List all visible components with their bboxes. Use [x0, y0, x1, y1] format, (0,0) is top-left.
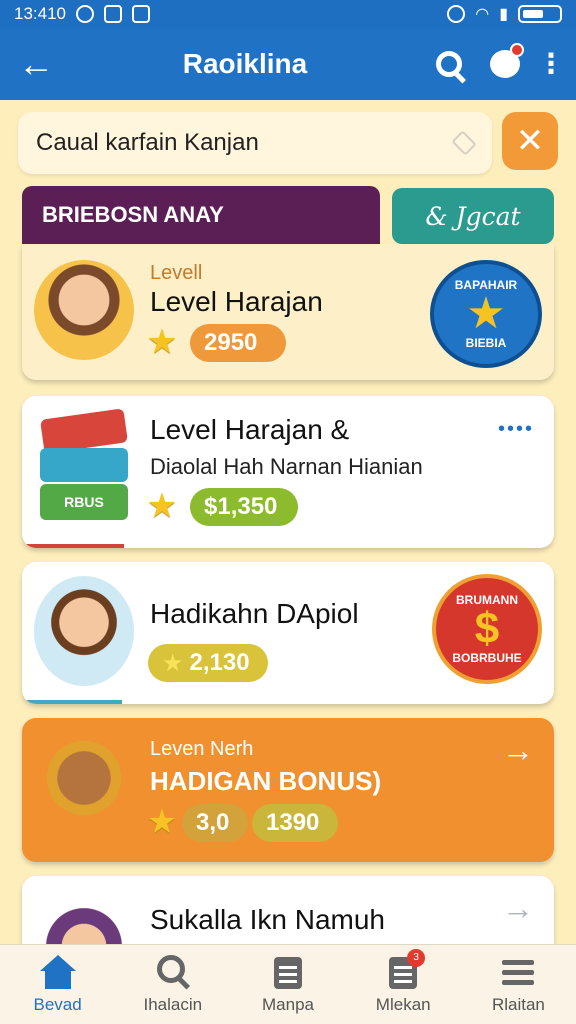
alarm-icon [447, 5, 466, 23]
points-pill-b: 1390 [252, 804, 338, 842]
app-bar: ← Raoiklina ⋮ [0, 28, 576, 100]
star-icon: ★ [146, 803, 178, 841]
search-row: Caual karfain Kanjan ✕ [18, 112, 558, 174]
card-title: Sukalla Ikn Namuh [150, 904, 386, 935]
tab-active[interactable]: BRIEBOSN ANAY [22, 186, 380, 244]
more-dots-icon[interactable]: •••• [498, 418, 534, 441]
points-pill-a: 3,0 [182, 804, 248, 842]
card-subtitle: Diaolal Hah Narnan Hianian [150, 454, 423, 479]
search-button[interactable] [432, 47, 466, 81]
bonus-card[interactable]: Leven Nerh HADIGAN BONUS) → ★ 3,0 1390 [22, 718, 554, 862]
close-button[interactable]: ✕ [502, 112, 558, 170]
nav-item-home[interactable]: Bevad [0, 945, 115, 1024]
status-bar: 13:410 ◠ ▮ [0, 0, 576, 28]
card-title: HADIGAN BONUS) [150, 766, 382, 796]
wifi-icon: ◠ [475, 6, 490, 23]
card-small-label: Leven Nerh [150, 738, 254, 760]
notes-icon: 3 [385, 948, 426, 989]
notification-dot [510, 43, 524, 57]
search-icon [436, 51, 462, 77]
search-input[interactable]: Caual karfain Kanjan [18, 112, 492, 174]
home-icon [39, 954, 76, 989]
nav-label: Bevad [33, 994, 82, 1014]
card-title: Level Harajan & [150, 414, 350, 445]
points-pill: 2950 [190, 324, 286, 362]
notification-badge: 3 [407, 948, 426, 967]
reward-card-1[interactable]: Levell Level Harajan ★ 2950 BAPAHAIR ★ B… [22, 244, 554, 380]
arrow-right-icon[interactable]: → [502, 732, 534, 769]
status-time: 13:410 [14, 4, 66, 23]
star-icon: ★ [146, 487, 178, 525]
card-small-label: Levell [150, 262, 203, 284]
card-title: Hadikahn DApiol [150, 598, 359, 629]
nav-item-tasks[interactable]: Manpa [230, 945, 345, 1024]
sync-icon [76, 5, 94, 23]
nav-label: Ihalacin [143, 994, 203, 1014]
books-illustration: RBUS [36, 408, 132, 524]
nav-label: Rlaitan [491, 994, 545, 1014]
character-avatar [34, 576, 134, 686]
star-icon: ★ [162, 649, 184, 677]
more-options-icon[interactable]: ⋮ [537, 47, 565, 81]
message-icon [132, 5, 150, 23]
character-avatar [34, 260, 134, 360]
nav-item-search[interactable]: Ihalacin [115, 945, 230, 1024]
tab-bar: BRIEBOSN ANAY & Jgcat [22, 186, 554, 244]
chat-button[interactable] [488, 43, 524, 81]
app-notification-icon [104, 5, 122, 23]
nav-item-notes[interactable]: 3 Mlekan [346, 945, 461, 1024]
dollar-medal-icon: BRUMANN $ BOBRBUHE [432, 574, 542, 684]
battery-icon [518, 5, 562, 23]
star-medal-icon: BAPAHAIR ★ BIEBIA [430, 260, 542, 368]
search-input-value: Caual karfain Kanjan [36, 129, 259, 156]
nav-label: Manpa [262, 994, 314, 1014]
arrow-right-icon[interactable]: → [502, 890, 534, 927]
bottom-nav: Bevad Ihalacin Manpa 3 Mlekan Rlaitan [0, 944, 576, 1024]
clipboard-icon [270, 955, 306, 989]
search-icon [155, 954, 191, 989]
page-title: Raoiklina [182, 48, 308, 79]
progress-bar [22, 544, 124, 548]
tab-other[interactable]: & Jgcat [392, 188, 554, 244]
close-icon: ✕ [515, 122, 545, 160]
signal-icon: ▮ [499, 6, 508, 23]
back-arrow-icon[interactable]: ← [18, 43, 58, 85]
character-avatar [34, 730, 134, 850]
progress-bar [22, 700, 122, 704]
card-title: Level Harajan [150, 286, 323, 317]
reward-card-3[interactable]: Hadikahn DApiol ★ 2,130 BRUMANN $ BOBRBU… [22, 562, 554, 704]
points-pill: ★ 2,130 [148, 644, 268, 682]
menu-icon [500, 955, 536, 989]
price-pill: $1,350 [190, 488, 298, 526]
nav-item-menu[interactable]: Rlaitan [461, 945, 576, 1024]
tag-icon [451, 130, 477, 156]
reward-card-2[interactable]: RBUS Level Harajan & Diaolal Hah Narnan … [22, 396, 554, 548]
star-icon: ★ [146, 323, 178, 361]
nav-label: Mlekan [375, 994, 431, 1014]
